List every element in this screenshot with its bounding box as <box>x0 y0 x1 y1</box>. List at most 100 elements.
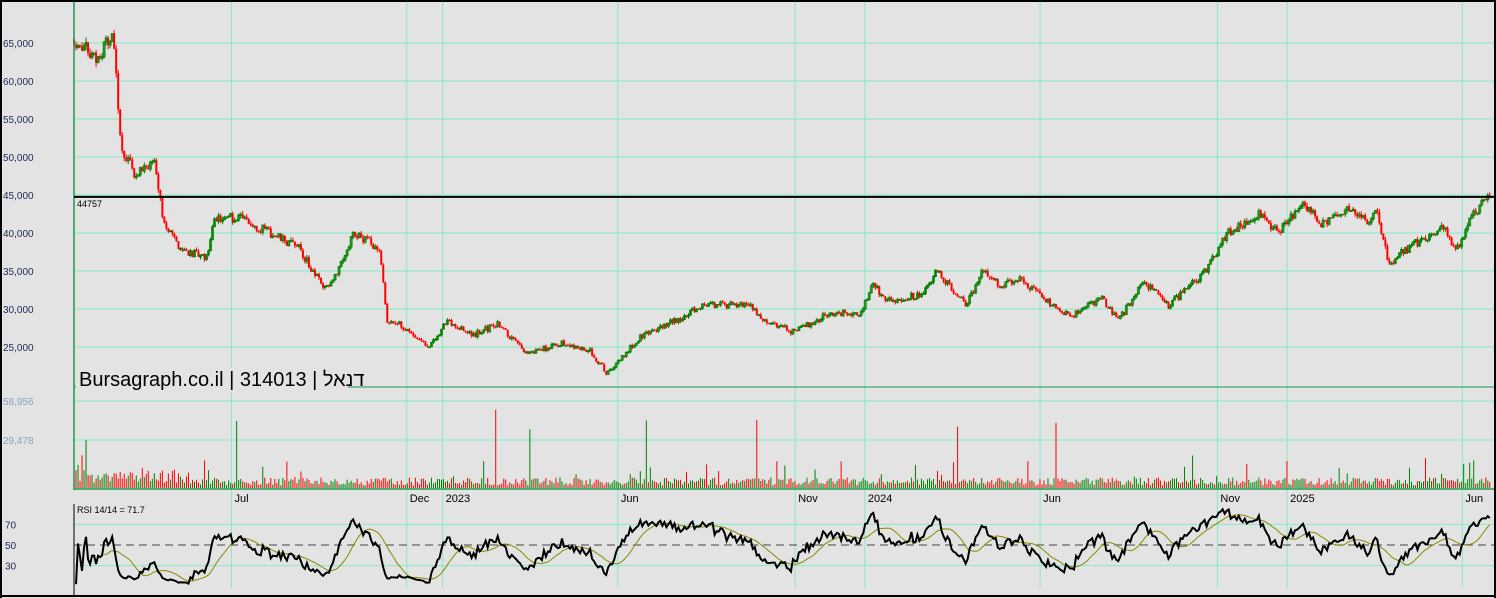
candle-body <box>653 329 656 331</box>
candle-body <box>502 328 505 330</box>
candle-body <box>1157 290 1160 295</box>
candle-body <box>79 45 82 47</box>
rsi-label: RSI 14/14 = 71.7 <box>77 505 145 515</box>
x-tick-label: Nov <box>1220 493 1240 505</box>
candle-body <box>1267 220 1270 224</box>
candle-body <box>773 323 776 325</box>
candle-body <box>416 337 419 340</box>
candle-body <box>1067 311 1070 314</box>
candle-body <box>1024 282 1027 284</box>
candle-body <box>249 223 252 225</box>
candle-body <box>301 250 304 258</box>
rsi-tick-label: 30 <box>5 562 17 573</box>
candle-body <box>1316 216 1319 222</box>
candle-body <box>1386 246 1389 260</box>
candle-body <box>787 330 790 332</box>
candle-body <box>759 314 762 319</box>
candle-body <box>538 349 541 351</box>
candle-body <box>424 341 427 347</box>
candle-body <box>962 296 965 301</box>
x-tick-label: 2024 <box>868 493 892 505</box>
candle-body <box>422 340 425 342</box>
candle-body <box>986 270 989 277</box>
candle-body <box>1314 210 1317 217</box>
candle-body <box>1304 202 1307 206</box>
candle-body <box>402 327 405 330</box>
candle-body <box>996 278 999 287</box>
candle-body <box>1159 294 1162 297</box>
candle-body <box>370 238 373 245</box>
price-tick-label: 40,000 <box>3 229 34 240</box>
rsi-tick-label: 50 <box>5 541 17 552</box>
candle-body <box>785 325 788 331</box>
candle-body <box>115 48 118 74</box>
candle-body <box>408 329 411 332</box>
candle-body <box>603 364 606 372</box>
candle-body <box>723 302 726 305</box>
candle-body <box>824 313 827 315</box>
candle-body <box>257 231 260 233</box>
candle-body <box>1263 214 1266 218</box>
candle-body <box>498 321 501 327</box>
candle-body <box>500 326 503 329</box>
candle-body <box>448 320 451 322</box>
candle-body <box>1008 280 1011 282</box>
candle-body <box>1384 239 1387 247</box>
candle-body <box>1378 211 1381 224</box>
candle-body <box>954 293 957 295</box>
candle-body <box>378 249 381 251</box>
candle-body <box>745 303 748 305</box>
price-tick-label: 25,000 <box>3 343 34 354</box>
candle-body <box>1040 293 1043 298</box>
candle-body <box>878 286 881 295</box>
candle-body <box>882 294 885 297</box>
candle-body <box>175 236 178 242</box>
candle-body <box>1034 287 1037 290</box>
candle-body <box>1452 245 1455 247</box>
candle-body <box>514 338 517 341</box>
candle-body <box>950 282 953 291</box>
candle-body <box>1151 284 1154 290</box>
candle-body <box>414 335 417 338</box>
candle-body <box>360 233 363 238</box>
candle-body <box>392 321 395 323</box>
candle-body <box>87 42 90 54</box>
candle-body <box>163 216 166 223</box>
x-tick-label: Jun <box>1043 493 1061 505</box>
candle-body <box>567 345 570 347</box>
candle-body <box>161 197 164 217</box>
candle-body <box>940 271 943 278</box>
candle-body <box>1036 289 1039 291</box>
candle-body <box>456 327 459 329</box>
candle-body <box>1105 298 1108 308</box>
candle-body <box>1161 296 1164 300</box>
candle-body <box>1145 282 1148 285</box>
candle-body <box>1382 233 1385 240</box>
candle-body <box>1103 296 1106 299</box>
candle-body <box>454 324 457 328</box>
price-tick-label: 45,000 <box>3 191 34 202</box>
x-tick-label: Nov <box>798 493 818 505</box>
candle-body <box>1042 297 1045 299</box>
candle-body <box>1061 311 1064 313</box>
candle-body <box>1057 307 1060 309</box>
candle-body <box>173 233 176 237</box>
candle-body <box>255 226 258 232</box>
candle-body <box>1059 308 1062 312</box>
candle-body <box>1450 237 1453 246</box>
candle-body <box>1239 223 1242 227</box>
candle-body <box>177 241 180 249</box>
candle-body <box>1380 223 1383 234</box>
candle-body <box>418 339 421 341</box>
rsi-tick-label: 70 <box>5 520 17 531</box>
candle-body <box>1376 210 1379 212</box>
candle-body <box>291 240 294 242</box>
candle-body <box>520 344 523 349</box>
candle-body <box>990 277 993 279</box>
candle-body <box>464 330 467 332</box>
chart-title: Bursagraph.co.il | 314013 | דנאל <box>79 369 365 391</box>
candle-body <box>1446 227 1449 237</box>
candle-body <box>593 355 596 358</box>
candle-body <box>988 276 991 278</box>
candle-body <box>1032 286 1035 288</box>
